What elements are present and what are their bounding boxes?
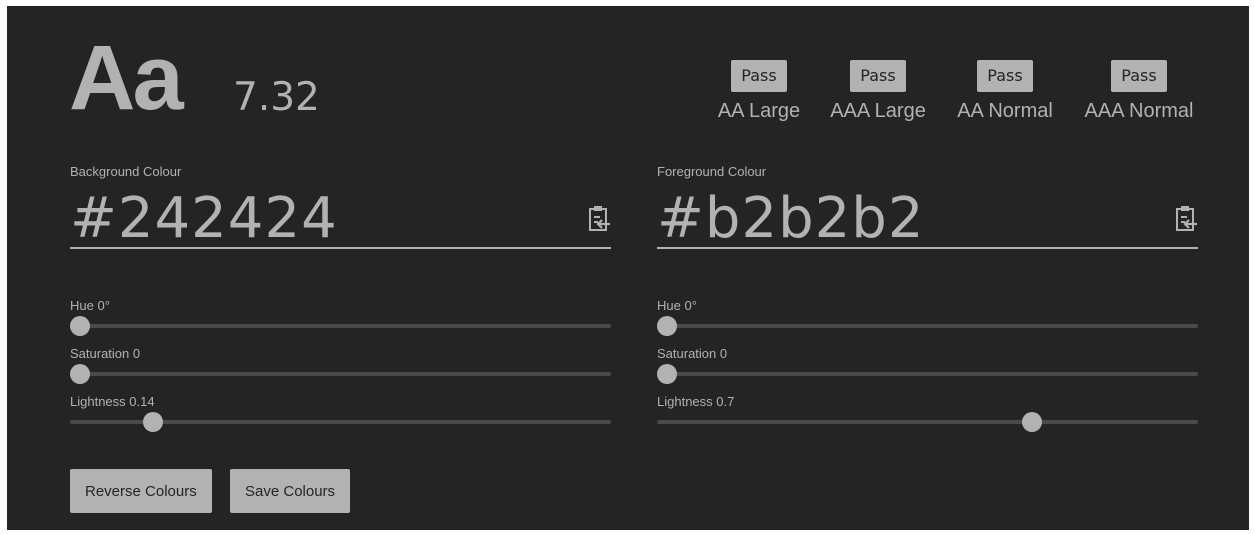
wcag-aaa-large: Pass AAA Large: [823, 60, 933, 123]
contrast-checker-panel: Aa 7.32 Pass AA Large Pass AAA Large Pas…: [7, 6, 1249, 530]
reverse-colours-button[interactable]: Reverse Colours: [70, 469, 212, 513]
wcag-aa-large-badge: Pass: [731, 60, 787, 92]
foreground-lightness-label: Lightness 0.7: [657, 394, 735, 409]
background-hex-value[interactable]: #242424: [70, 189, 338, 249]
foreground-colour-section: Foreground Colour #b2b2b2: [657, 164, 1198, 249]
wcag-aaa-large-label: AAA Large: [830, 100, 926, 122]
wcag-aa-normal-badge: Pass: [977, 60, 1033, 92]
foreground-hue-track[interactable]: [657, 324, 1198, 328]
foreground-lightness-slider[interactable]: Lightness 0.7: [657, 394, 1198, 432]
foreground-hue-thumb[interactable]: [657, 316, 677, 336]
wcag-aaa-large-badge: Pass: [850, 60, 906, 92]
background-hue-thumb[interactable]: [70, 316, 90, 336]
wcag-aa-large: Pass AA Large: [704, 60, 814, 123]
foreground-lightness-track[interactable]: [657, 420, 1198, 424]
background-saturation-label: Saturation 0: [70, 346, 141, 361]
wcag-aaa-normal-badge: Pass: [1111, 60, 1167, 92]
foreground-saturation-thumb[interactable]: [657, 364, 677, 384]
background-colour-section: Background Colour #242424: [70, 164, 611, 249]
foreground-hex-value[interactable]: #b2b2b2: [657, 189, 924, 249]
foreground-saturation-slider[interactable]: Saturation 0: [657, 346, 1198, 384]
wcag-aaa-normal: Pass AAA Normal: [1084, 60, 1194, 123]
wcag-aaa-normal-label: AAA Normal: [1084, 100, 1194, 122]
wcag-aa-normal-label: AA Normal: [957, 100, 1053, 122]
background-hue-label: Hue 0°: [70, 298, 110, 313]
background-saturation-slider[interactable]: Saturation 0: [70, 346, 611, 384]
foreground-lightness-thumb[interactable]: [1021, 412, 1042, 432]
background-lightness-slider[interactable]: Lightness 0.14: [70, 394, 611, 432]
clipboard-paste-icon[interactable]: [587, 205, 611, 233]
foreground-hue-label: Hue 0°: [657, 298, 697, 313]
foreground-colour-label: Foreground Colour: [657, 164, 767, 179]
clipboard-paste-icon[interactable]: [1174, 205, 1198, 233]
background-saturation-track[interactable]: [70, 372, 611, 376]
foreground-hex-field[interactable]: #b2b2b2: [657, 189, 1198, 249]
contrast-ratio: 7.32: [233, 75, 320, 120]
save-colours-button[interactable]: Save Colours: [230, 469, 351, 513]
background-lightness-label: Lightness 0.14: [70, 394, 155, 409]
wcag-aa-normal: Pass AA Normal: [950, 60, 1060, 123]
background-saturation-thumb[interactable]: [70, 364, 90, 384]
background-hex-field[interactable]: #242424: [70, 189, 611, 249]
foreground-saturation-track[interactable]: [657, 372, 1198, 376]
foreground-saturation-label: Saturation 0: [657, 346, 728, 361]
wcag-aa-large-label: AA Large: [717, 100, 801, 122]
foreground-hue-slider[interactable]: Hue 0°: [657, 298, 1198, 336]
background-colour-label: Background Colour: [70, 164, 182, 179]
contrast-sample-text: Aa: [69, 27, 184, 129]
background-hue-slider[interactable]: Hue 0°: [70, 298, 611, 336]
background-lightness-thumb[interactable]: [142, 412, 163, 432]
background-hue-track[interactable]: [70, 324, 611, 328]
